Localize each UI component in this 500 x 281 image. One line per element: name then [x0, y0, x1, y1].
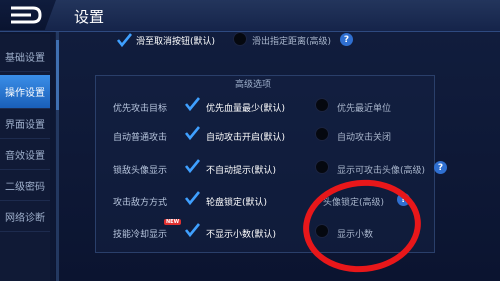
option-no-auto-hint[interactable]: 不自动提示(默认)	[206, 163, 276, 176]
check-icon[interactable]	[116, 32, 132, 48]
row-label-lock-avatar: 锁敌头像显示	[113, 166, 168, 176]
radio-button[interactable]	[233, 32, 247, 46]
sidebar-item-operation[interactable]: 操作设置	[0, 75, 50, 109]
radio-button[interactable]	[315, 127, 329, 141]
back-button[interactable]	[0, 0, 56, 30]
row-label-target-priority: 优先攻击目标	[113, 104, 168, 114]
check-icon[interactable]	[184, 125, 200, 141]
row-label-cooldown-display: 技能冷却显示	[113, 230, 168, 240]
sidebar-item-interface[interactable]: 界面设置	[0, 109, 50, 139]
question-icon[interactable]: ?	[340, 33, 353, 46]
page-title: 设置	[74, 8, 105, 26]
radio-button[interactable]	[315, 98, 329, 112]
option-wheel-lock[interactable]: 轮盘锁定(默认)	[206, 195, 267, 208]
drag-distance-option[interactable]: 滑出指定距离(高级)	[252, 34, 331, 47]
scrollbar-thumb[interactable]	[56, 40, 59, 110]
check-icon[interactable]	[184, 222, 200, 238]
option-auto-attack-on[interactable]: 自动攻击开启(默认)	[206, 130, 285, 143]
sidebar-item-sound[interactable]: 音效设置	[0, 140, 50, 170]
advanced-options-title: 高级选项	[235, 80, 272, 90]
question-icon[interactable]: ?	[434, 161, 447, 174]
check-icon[interactable]	[184, 190, 200, 206]
sidebar-item-network[interactable]: 网络诊断	[0, 202, 50, 232]
option-nearest-unit[interactable]: 优先最近单位	[337, 101, 391, 114]
option-lowest-hp[interactable]: 优先血量最少(默认)	[206, 101, 285, 114]
check-icon[interactable]	[184, 96, 200, 112]
top-bar: 设置	[0, 0, 500, 32]
sidebar-item-basic[interactable]: 基础设置	[0, 42, 50, 72]
check-icon[interactable]	[184, 158, 200, 174]
row-label-auto-attack: 自动普通攻击	[113, 133, 168, 143]
sidebar: 基础设置 操作设置 界面设置 音效设置 二级密码 网络诊断	[0, 34, 50, 281]
option-auto-attack-off[interactable]: 自动攻击关闭	[337, 130, 391, 143]
sidebar-item-password[interactable]: 二级密码	[0, 171, 50, 201]
radio-button[interactable]	[315, 160, 329, 174]
row-label-attack-mode: 攻击敌方方式	[113, 198, 168, 208]
new-badge: NEW	[164, 219, 182, 225]
option-no-decimal[interactable]: 不显示小数(默认)	[206, 227, 276, 240]
option-show-avatar[interactable]: 显示可攻击头像(高级)	[337, 163, 425, 176]
drag-cancel-option[interactable]: 滑至取消按钮(默认)	[136, 34, 215, 47]
back-arrow-icon	[11, 6, 42, 24]
